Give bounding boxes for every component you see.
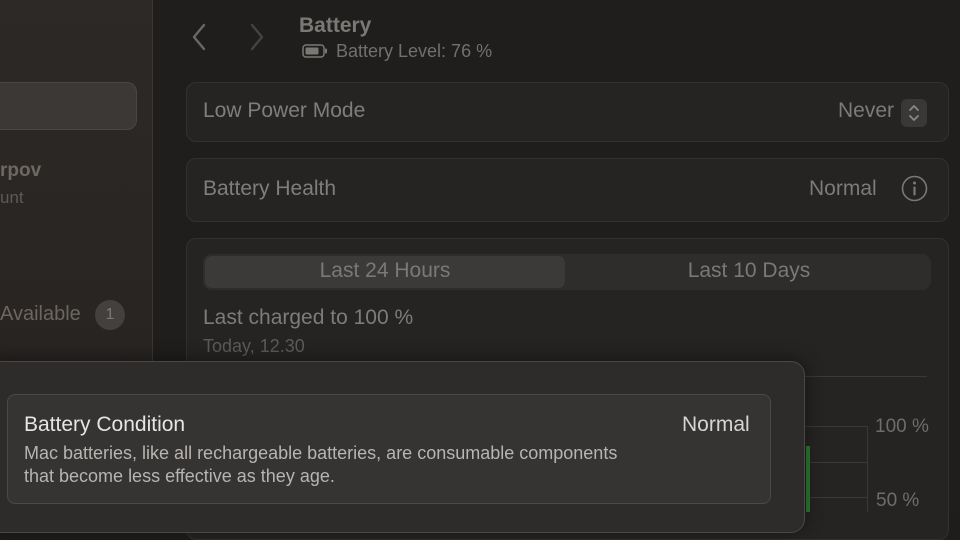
low-power-mode-popup-button[interactable] — [901, 99, 927, 127]
sidebar-updates-available[interactable]: Available — [0, 303, 81, 326]
sidebar-user-name[interactable]: rpov — [0, 160, 41, 182]
tab-last-24-hours-label[interactable]: Last 24 Hours — [205, 259, 565, 283]
navigation-arrows — [185, 22, 285, 54]
battery-health-label: Battery Health — [203, 177, 337, 200]
chart-gridline-75 — [802, 462, 868, 463]
battery-icon — [302, 44, 327, 58]
info-icon[interactable] — [901, 175, 928, 202]
battery-condition-description: Mac batteries, like all rechargeable bat… — [24, 443, 618, 486]
chart-right-axis — [867, 426, 868, 512]
y-tick-50: 50 % — [876, 490, 920, 511]
low-power-mode-label: Low Power Mode — [203, 99, 366, 122]
back-chevron-icon[interactable] — [191, 22, 207, 52]
battery-health-value: Normal — [809, 177, 877, 200]
last-charged-text: Last charged to 100 % — [203, 306, 414, 329]
tab-last-10-days[interactable]: Last 10 Days — [567, 259, 931, 283]
page-title: Battery — [299, 14, 372, 37]
sidebar-search-field[interactable] — [0, 82, 137, 130]
updates-count-badge: 1 — [95, 300, 125, 330]
chart-gridline-100 — [802, 426, 868, 427]
low-power-mode-value[interactable]: Never — [838, 99, 894, 123]
sidebar-user-subtitle: unt — [0, 188, 24, 207]
battery-level-text: Battery Level: 76 % — [336, 41, 493, 61]
battery-condition-value: Normal — [682, 413, 750, 436]
chart-gridline-50 — [802, 497, 868, 498]
chart-level-bar — [806, 446, 810, 512]
chart-top-divider — [802, 376, 927, 377]
last-charged-time: Today, 12.30 — [203, 336, 305, 356]
forward-chevron-icon[interactable] — [249, 22, 265, 52]
y-tick-100: 100 % — [875, 416, 929, 437]
battery-condition-title: Battery Condition — [24, 413, 186, 436]
up-down-chevron-icon — [909, 105, 919, 121]
